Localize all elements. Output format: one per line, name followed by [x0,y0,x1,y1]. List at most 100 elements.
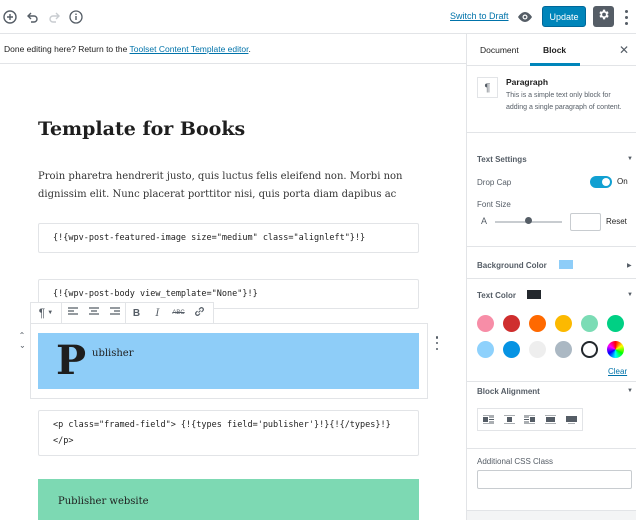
chevron-down-icon[interactable]: ▼ [627,156,633,162]
gear-icon [597,8,610,26]
block-alignment-toggle[interactable]: Block Alignment [477,387,540,396]
pilcrow-icon: ¶ [38,306,46,320]
editor-header: Switch to Draft Update [0,0,636,34]
link-icon [194,306,205,320]
drop-cap-toggle[interactable] [590,176,612,188]
redo-icon[interactable] [45,8,63,26]
move-up-icon[interactable]: ⌃ [19,331,26,340]
font-size-input[interactable] [570,213,601,231]
plus-circle-icon[interactable] [1,8,19,26]
font-size-label: Font Size [477,200,511,209]
block-mover: ⌃ ⌃ [17,331,27,361]
color-swatch-selected-dark[interactable] [581,341,598,358]
color-swatch-vivid-red[interactable] [503,315,520,332]
toolset-editor-link[interactable]: Toolset Content Template editor [130,44,249,54]
drop-cap-label: Drop Cap [477,178,512,187]
settings-button[interactable] [593,6,614,27]
bold-button[interactable]: B [126,303,147,323]
font-size-reset-button[interactable]: Reset [606,217,627,226]
text-color-indicator [527,290,541,299]
pilcrow-icon: ¶ [477,77,498,98]
align-full-button[interactable] [561,409,582,430]
align-center-icon [88,307,99,319]
align-left-icon [482,411,494,429]
block-card-description: This is a simple text only block for add… [506,92,622,111]
color-swatch-pale-pink[interactable] [477,315,494,332]
block-toolbar: ¶ ▼ B I ABC [30,302,214,324]
drop-cap-letter: P [56,337,87,384]
align-center-icon [503,411,515,429]
tab-document[interactable]: Document [480,45,519,55]
font-size-glyph-icon: A [481,216,488,226]
additional-css-label: Additional CSS Class [477,457,554,466]
align-left-button[interactable] [478,409,499,430]
switch-to-draft-link[interactable]: Switch to Draft [450,11,509,21]
chevron-down-icon[interactable]: ▼ [627,292,633,298]
framed-field-shortcode-block[interactable]: <p class="framed-field"> {!{types field=… [38,410,419,456]
align-left-button[interactable] [62,303,83,323]
align-right-icon [109,307,120,319]
font-size-slider-handle[interactable] [525,217,532,224]
text-settings-toggle[interactable]: Text Settings [477,155,527,164]
block-card-title: Paragraph [506,77,549,87]
bold-label: B [132,307,141,319]
divider [467,246,636,247]
eye-icon[interactable] [517,9,533,25]
italic-label: I [155,307,160,319]
publisher-website-block[interactable]: Publisher website [38,479,419,520]
color-swatch-luminous-orange[interactable] [529,315,546,332]
additional-css-input[interactable] [477,470,632,489]
sidebar-tabs: Document Block ✕ [467,34,636,66]
block-type-group: ¶ ▼ [31,303,62,323]
align-full-icon [566,411,578,429]
align-wide-button[interactable] [540,409,561,430]
formatting-group: B I ABC [126,303,210,323]
intro-paragraph[interactable]: Proin pharetra hendrerit justo, quis luc… [38,168,408,204]
color-swatch-vivid-cyan-blue[interactable] [503,341,520,358]
divider [467,381,636,382]
update-button[interactable]: Update [542,6,586,27]
custom-color-picker-icon[interactable] [607,341,624,358]
divider [467,278,636,279]
color-swatch-amber[interactable] [555,315,572,332]
chevron-right-icon[interactable]: ▶ [627,262,632,269]
text-color-toggle[interactable]: Text Color [477,291,516,300]
align-center-button[interactable] [83,303,104,323]
italic-button[interactable]: I [147,303,168,323]
block-more-options-icon[interactable] [434,336,440,350]
align-center-button[interactable] [499,409,520,430]
color-swatch-light-green-cyan[interactable] [581,315,598,332]
strikethrough-button[interactable]: ABC [168,303,189,323]
active-tab-indicator [530,63,580,66]
color-swatch-cyan-bluish-gray[interactable] [555,341,572,358]
move-down-icon[interactable]: ⌃ [19,340,26,349]
chevron-down-icon[interactable]: ▼ [627,388,633,394]
notice-text: Done editing here? Return to the [4,44,130,54]
divider [467,448,636,449]
info-icon[interactable] [67,8,85,26]
template-editor-notice: Done editing here? Return to the Toolset… [0,34,466,64]
align-right-button[interactable] [104,303,125,323]
alignment-group [62,303,126,323]
align-left-icon [67,307,78,319]
undo-icon[interactable] [23,8,41,26]
publisher-text: ublisher [92,348,134,359]
color-swatch-pale-cyan-blue[interactable] [477,341,494,358]
background-color-indicator [559,260,573,269]
color-swatch-vivid-green-cyan[interactable] [607,315,624,332]
post-title[interactable]: Template for Books [38,118,245,140]
clear-color-button[interactable]: Clear [608,367,627,376]
publisher-paragraph-block[interactable]: P ublisher [38,333,419,389]
vertical-ellipsis-icon[interactable] [620,8,632,26]
link-button[interactable] [189,303,210,323]
tab-block[interactable]: Block [543,45,566,55]
close-icon[interactable]: ✕ [619,43,629,57]
background-color-toggle[interactable]: Background Color [477,261,547,270]
align-right-button[interactable] [520,409,541,430]
paragraph-type-button[interactable]: ¶ ▼ [31,303,61,323]
color-swatch-very-light-gray[interactable] [529,341,546,358]
featured-image-shortcode-block[interactable]: {!{wpv-post-featured-image size="medium"… [38,223,419,253]
editor-canvas: Template for Books Proin pharetra hendre… [0,65,466,520]
align-right-icon [524,411,536,429]
sidebar-bottom-panel [467,510,636,520]
